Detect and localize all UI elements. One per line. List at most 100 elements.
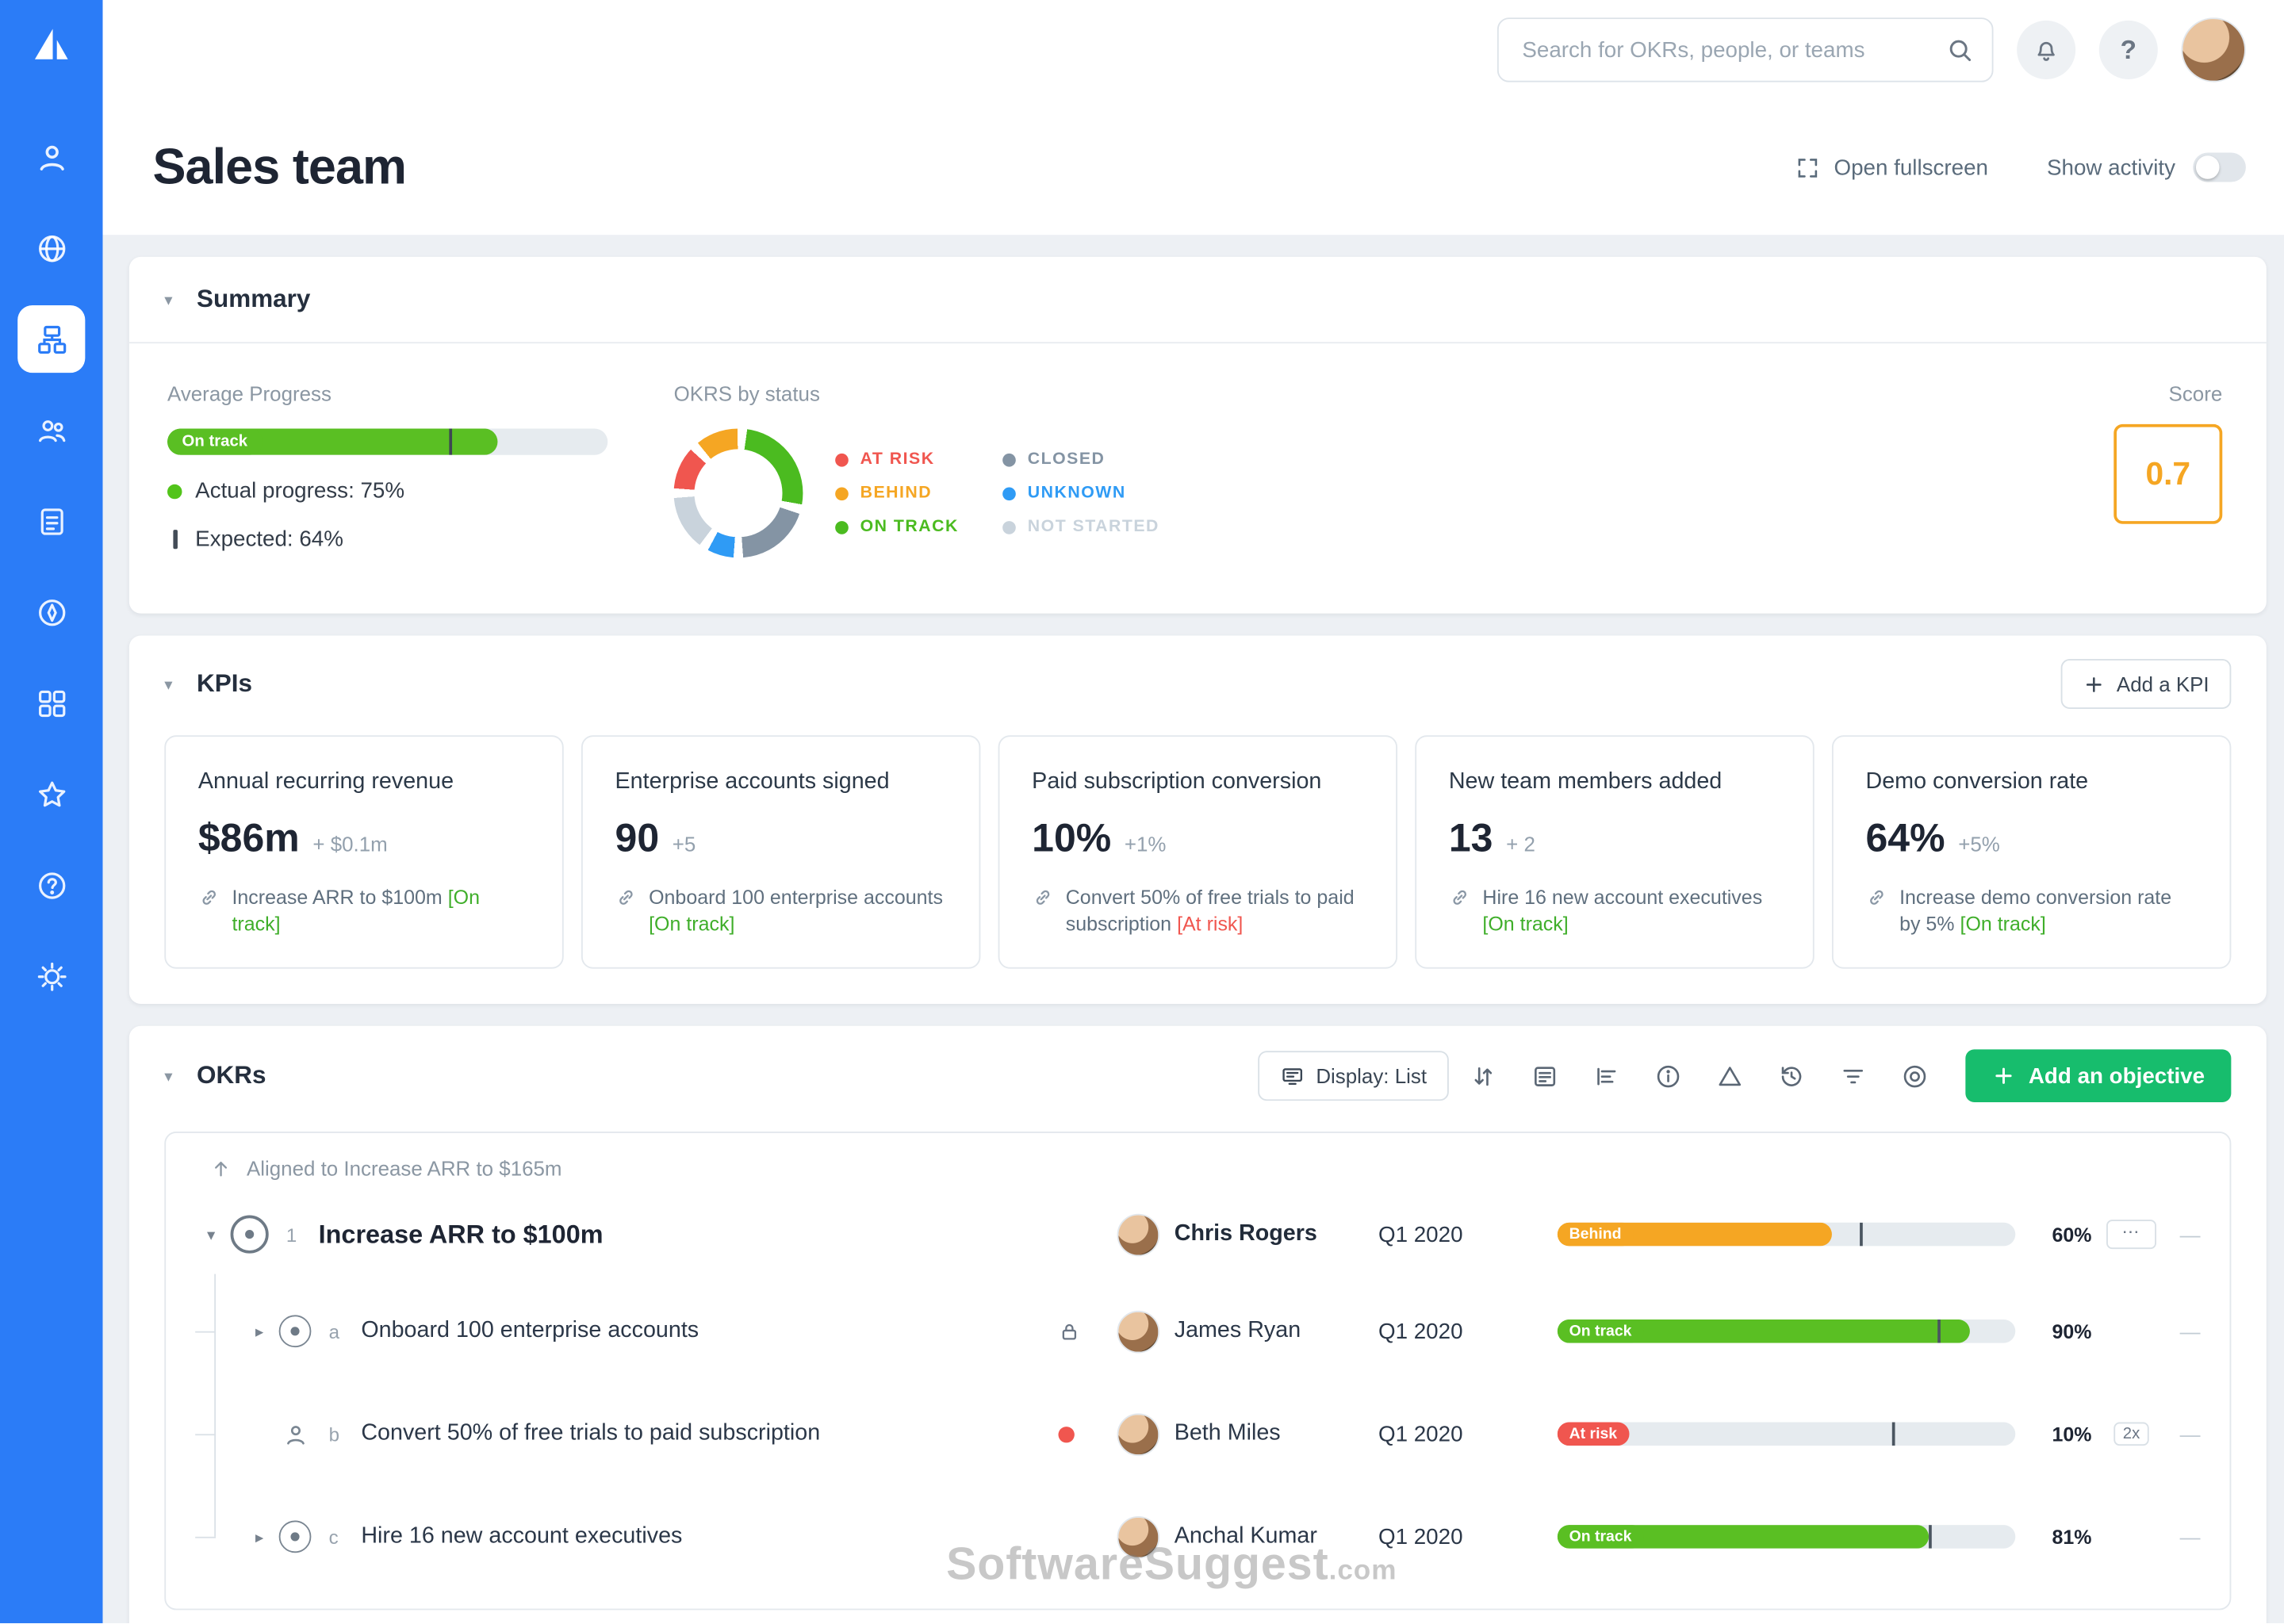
owner-name[interactable]: Chris Rogers [1175, 1222, 1317, 1248]
filter-button[interactable] [1827, 1051, 1880, 1101]
kpi-linked-objective[interactable]: Increase ARR to $100m [232, 887, 442, 909]
kpi-card[interactable]: Demo conversion rate 64%+5% Increase dem… [1832, 735, 2231, 969]
kpi-card[interactable]: Enterprise accounts signed 90+5 Onboard … [581, 735, 980, 969]
global-search[interactable] [1497, 17, 1994, 82]
sort-button[interactable] [1458, 1051, 1511, 1101]
expand-caret-icon[interactable]: ▸ [255, 1323, 279, 1342]
history-icon [1778, 1063, 1806, 1090]
expected-marker-icon [173, 530, 178, 549]
link-icon [198, 887, 220, 909]
collapse-caret-icon[interactable]: ▾ [164, 674, 182, 693]
link-icon [1449, 887, 1471, 909]
person-task-icon [279, 1419, 312, 1451]
okr-progress-bar: At risk [1558, 1423, 2015, 1446]
sidebar-item-help[interactable] [17, 852, 85, 919]
expand-caret-icon[interactable]: ▸ [255, 1528, 279, 1547]
info-button[interactable] [1642, 1051, 1696, 1101]
open-fullscreen-button[interactable]: Open fullscreen [1795, 155, 1988, 179]
user-avatar[interactable] [2181, 17, 2245, 82]
owner-avatar[interactable] [1117, 1413, 1160, 1456]
score-block: Score 0.7 [2113, 381, 2222, 557]
okr-row-keyresult[interactable]: ▸ a Onboard 100 enterprise accounts Jame… [166, 1281, 2229, 1384]
kpi-title: Paid subscription conversion [1032, 769, 1363, 795]
status-pill: On track [1558, 1526, 1643, 1549]
sidebar-item-explore[interactable] [17, 214, 85, 282]
kpi-linked-objective[interactable]: Onboard 100 enterprise accounts [649, 887, 943, 909]
expected-progress-text: Expected: 64% [195, 527, 343, 551]
target-icon [1902, 1063, 1930, 1090]
okr-row-objective[interactable]: ▾ 1 Increase ARR to $100m Chris Rogers Q… [166, 1189, 2229, 1281]
okr-title[interactable]: Increase ARR to $100m [319, 1220, 604, 1251]
apps-grid-icon [34, 686, 68, 720]
legend-item: BEHIND [835, 485, 959, 502]
gear-icon [34, 959, 68, 994]
owner-avatar[interactable] [1117, 1214, 1160, 1257]
sidebar-item-apps[interactable] [17, 669, 85, 737]
display-mode-button[interactable]: Display: List [1257, 1051, 1448, 1101]
owner-avatar[interactable] [1117, 1311, 1160, 1354]
sidebar-item-profile[interactable] [17, 123, 85, 190]
search-input[interactable] [1519, 36, 1947, 63]
sort-icon [1470, 1063, 1498, 1090]
score-label: Score [2169, 381, 2223, 405]
add-kpi-button[interactable]: Add a KPI [2061, 659, 2232, 709]
show-activity-toggle[interactable] [2193, 152, 2246, 182]
detail-view-button[interactable] [1519, 1051, 1573, 1101]
okr-row-keyresult[interactable]: ▸ c Hire 16 new account executives Ancha… [166, 1486, 2229, 1589]
okr-period: Q1 2020 [1378, 1320, 1558, 1344]
kpi-card[interactable]: Paid subscription conversion 10%+1% Conv… [998, 735, 1397, 969]
plus-icon [1992, 1065, 2016, 1089]
okr-row-keyresult[interactable]: b Convert 50% of free trials to paid sub… [166, 1383, 2229, 1486]
kpi-status: [On track] [1960, 914, 2046, 936]
add-objective-button[interactable]: Add an objective [1965, 1050, 2231, 1103]
legend-item: UNKNOWN [1002, 485, 1159, 502]
legend-item: AT RISK [835, 450, 959, 468]
history-button[interactable] [1766, 1051, 1819, 1101]
okr-period: Q1 2020 [1378, 1422, 1558, 1446]
progress-view-button[interactable] [1581, 1051, 1634, 1101]
kpi-card[interactable]: Annual recurring revenue $86m+ $0.1m Inc… [164, 735, 563, 969]
display-mode-label: Display: List [1316, 1065, 1427, 1089]
legend-item: NOT STARTED [1002, 518, 1159, 535]
objective-target-icon [231, 1216, 269, 1254]
sidebar-item-teams[interactable] [17, 396, 85, 464]
okr-title[interactable]: Convert 50% of free trials to paid subsc… [361, 1421, 820, 1447]
okr-title[interactable]: Hire 16 new account executives [361, 1524, 682, 1550]
filter-icon [1840, 1063, 1868, 1090]
keyresult-target-icon [279, 1521, 312, 1553]
link-icon [1865, 887, 1887, 909]
owner-avatar[interactable] [1117, 1516, 1160, 1559]
aligned-note: Aligned to Increase ARR to $165m [166, 1134, 2229, 1189]
app-logo[interactable] [26, 21, 76, 71]
okr-progress-bar: Behind [1558, 1224, 2015, 1247]
risk-button[interactable] [1704, 1051, 1757, 1101]
sidebar-item-explore-okrs[interactable] [17, 578, 85, 645]
expand-caret-icon[interactable]: ▾ [207, 1225, 231, 1244]
legend-item: CLOSED [1002, 450, 1159, 468]
kpi-delta: + $0.1m [312, 832, 387, 856]
expected-marker [1860, 1224, 1863, 1247]
collapse-caret-icon[interactable]: ▾ [164, 290, 182, 309]
lock-icon [1058, 1321, 1080, 1343]
focus-button[interactable] [1889, 1051, 1942, 1101]
legend-item: ON TRACK [835, 518, 959, 535]
row-menu-button[interactable]: ⋯ [2106, 1220, 2156, 1250]
sidebar-item-team-okrs[interactable] [17, 305, 85, 373]
help-button[interactable]: ? [2099, 21, 2158, 79]
kpi-linked-objective[interactable]: Hire 16 new account executives [1482, 887, 1762, 909]
compass-icon [34, 596, 68, 630]
sidebar-item-settings[interactable] [17, 942, 85, 1009]
row-trailing-dash: — [2165, 1224, 2200, 1247]
sidebar-item-notes[interactable] [17, 487, 85, 554]
okr-title[interactable]: Onboard 100 enterprise accounts [361, 1319, 699, 1345]
owner-name[interactable]: Anchal Kumar [1175, 1524, 1317, 1550]
kpi-title: Demo conversion rate [1865, 769, 2197, 795]
sidebar-item-favorites[interactable] [17, 760, 85, 828]
kpi-delta: +1% [1125, 832, 1167, 856]
collapse-caret-icon[interactable]: ▾ [164, 1067, 182, 1086]
kpi-value: 90 [615, 816, 660, 861]
notifications-button[interactable] [2017, 21, 2075, 79]
owner-name[interactable]: Beth Miles [1175, 1421, 1281, 1447]
kpi-card[interactable]: New team members added 13+ 2 Hire 16 new… [1415, 735, 1814, 969]
owner-name[interactable]: James Ryan [1175, 1319, 1301, 1345]
